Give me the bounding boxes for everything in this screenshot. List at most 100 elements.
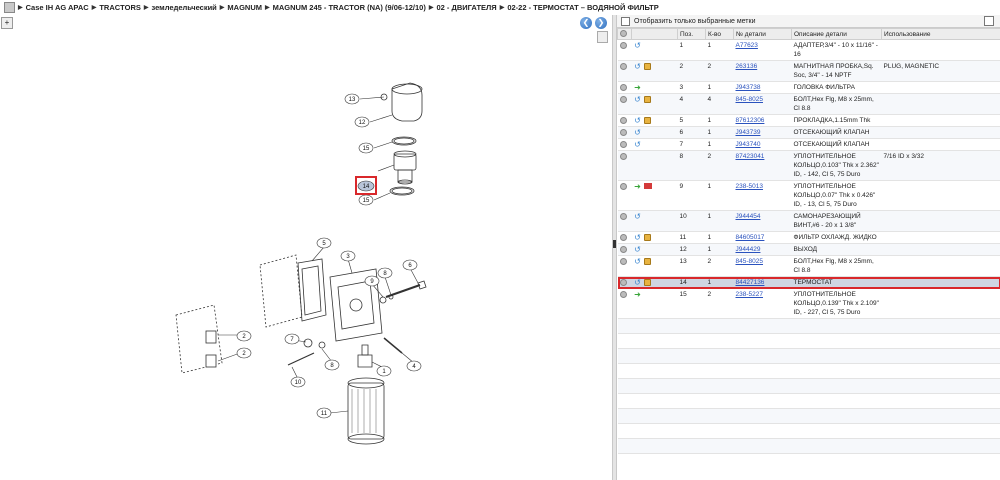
package-icon[interactable] bbox=[643, 233, 651, 241]
green-arrow-icon[interactable]: ➜ bbox=[634, 290, 642, 298]
breadcrumb-item[interactable]: MAGNUM 245 - TRACTOR (NA) (9/06-12/10) bbox=[273, 3, 426, 12]
callout-label[interactable]: 14 bbox=[363, 184, 370, 190]
table-row[interactable]: ➜ 3 1 J943738 ГОЛОВКА ФИЛЬТРА bbox=[617, 81, 1000, 94]
row-part-number-text[interactable]: 845-8025 bbox=[736, 258, 763, 265]
row-select-icon[interactable] bbox=[619, 257, 627, 265]
table-row[interactable]: ↺ 2 2 263136 МАГНИТНАЯ ПРОБКА,Sq. Soc, 3/4" … bbox=[617, 60, 1000, 82]
row-select-icon[interactable] bbox=[619, 95, 627, 103]
row-part-number[interactable]: 238-5013 bbox=[733, 180, 792, 211]
row-part-number-text[interactable]: 87612306 bbox=[736, 117, 765, 124]
row-part-number-text[interactable]: 263136 bbox=[736, 63, 758, 70]
row-select-cell[interactable] bbox=[617, 276, 632, 289]
row-select-icon[interactable] bbox=[619, 182, 627, 190]
replace-arrow-icon[interactable]: ↺ bbox=[634, 245, 642, 253]
table-row[interactable]: ↺ 7 1 J943740 ОТСЕКАЮЩИЙ КЛАПАН bbox=[617, 138, 1000, 151]
row-part-number[interactable]: J943740 bbox=[733, 138, 792, 151]
breadcrumb-item[interactable]: MAGNUM bbox=[227, 3, 262, 12]
callout-label[interactable]: 12 bbox=[359, 120, 366, 126]
row-part-number[interactable]: J943738 bbox=[733, 81, 792, 94]
row-select-cell[interactable] bbox=[617, 39, 632, 61]
row-part-number[interactable]: A77623 bbox=[733, 39, 792, 61]
table-row[interactable]: ↺ 14 1 84427136 ТЕРМОСТАТ bbox=[617, 276, 1000, 289]
replace-arrow-icon[interactable]: ↺ bbox=[634, 95, 642, 103]
row-select-cell[interactable] bbox=[617, 243, 632, 256]
breadcrumb-item[interactable]: 02 - ДВИГАТЕЛЯ bbox=[436, 3, 496, 12]
row-part-number[interactable]: J943739 bbox=[733, 126, 792, 139]
row-part-number-text[interactable]: 238-5013 bbox=[736, 183, 763, 190]
row-select-cell[interactable] bbox=[617, 126, 632, 139]
header-qty[interactable]: К-во bbox=[705, 28, 734, 40]
row-part-number[interactable]: 84605017 bbox=[733, 231, 792, 244]
row-select-cell[interactable] bbox=[617, 150, 632, 181]
home-icon[interactable] bbox=[4, 2, 15, 13]
table-row[interactable]: ➜ 15 2 238-5227 УПЛОТНИТЕЛЬНОЕ КОЛЬЦО,0.139"… bbox=[617, 288, 1000, 319]
row-part-number[interactable]: 845-8025 bbox=[733, 255, 792, 277]
note-icon[interactable] bbox=[643, 183, 652, 190]
collapse-grip-icon[interactable] bbox=[613, 240, 616, 248]
row-part-number[interactable]: 84427136 bbox=[733, 276, 792, 289]
row-part-number-text[interactable]: 87423041 bbox=[736, 153, 765, 160]
header-select[interactable] bbox=[617, 28, 632, 40]
row-part-number-text[interactable]: 84605017 bbox=[736, 234, 765, 241]
row-part-number[interactable]: J944429 bbox=[733, 243, 792, 256]
breadcrumb-item[interactable]: TRACTORS bbox=[99, 3, 141, 12]
row-part-number[interactable]: 87612306 bbox=[733, 114, 792, 127]
row-select-cell[interactable] bbox=[617, 60, 632, 82]
show-selected-checkbox[interactable] bbox=[621, 16, 630, 26]
header-desc[interactable]: Описание детали bbox=[791, 28, 882, 40]
row-part-number[interactable]: J944454 bbox=[733, 210, 792, 232]
package-icon[interactable] bbox=[643, 62, 651, 70]
row-part-number-text[interactable]: J943738 bbox=[736, 84, 761, 91]
green-arrow-icon[interactable]: ➜ bbox=[634, 182, 642, 190]
row-select-cell[interactable] bbox=[617, 231, 632, 244]
package-icon[interactable] bbox=[643, 116, 651, 124]
row-part-number[interactable]: 87423041 bbox=[733, 150, 792, 181]
row-part-number-text[interactable]: A77623 bbox=[736, 42, 758, 49]
replace-arrow-icon[interactable]: ↺ bbox=[634, 116, 642, 124]
table-row[interactable]: ↺ 13 2 845-8025 БОЛТ,Hex Flg, M8 x 25mm, Cl … bbox=[617, 255, 1000, 277]
replace-arrow-icon[interactable]: ↺ bbox=[634, 257, 642, 265]
callout-label[interactable]: 13 bbox=[349, 97, 356, 103]
row-select-cell[interactable] bbox=[617, 138, 632, 151]
row-select-cell[interactable] bbox=[617, 210, 632, 232]
table-row[interactable]: ➜ 9 1 238-5013 УПЛОТНИТЕЛЬНОЕ КОЛЬЦО,0.07" T… bbox=[617, 180, 1000, 211]
table-row[interactable]: ↺ 10 1 J944454 САМОНАРЕЗАЮЩИЙ ВИНТ,#6 - 20 x… bbox=[617, 210, 1000, 232]
row-part-number-text[interactable]: J943739 bbox=[736, 129, 761, 136]
row-select-cell[interactable] bbox=[617, 93, 632, 115]
table-row[interactable]: ↺ 4 4 845-8025 БОЛТ,Hex Flg, M8 x 25mm, Cl 8… bbox=[617, 93, 1000, 115]
row-part-number-text[interactable]: J944454 bbox=[736, 213, 761, 220]
package-icon[interactable] bbox=[643, 257, 651, 265]
row-select-icon[interactable] bbox=[619, 290, 627, 298]
row-select-cell[interactable] bbox=[617, 81, 632, 94]
row-part-number[interactable]: 845-8025 bbox=[733, 93, 792, 115]
package-icon[interactable] bbox=[643, 95, 651, 103]
breadcrumb-item[interactable]: Case IH AG APAC bbox=[26, 3, 89, 12]
row-part-number[interactable]: 238-5227 bbox=[733, 288, 792, 319]
row-select-icon[interactable] bbox=[619, 245, 627, 253]
row-select-cell[interactable] bbox=[617, 288, 632, 319]
row-select-icon[interactable] bbox=[619, 116, 627, 124]
row-select-icon[interactable] bbox=[619, 278, 627, 286]
row-part-number-text[interactable]: J944429 bbox=[736, 246, 761, 253]
header-pos[interactable]: Поз. bbox=[677, 28, 706, 40]
replace-arrow-icon[interactable]: ↺ bbox=[634, 140, 642, 148]
maximize-icon[interactable] bbox=[984, 16, 994, 26]
row-part-number-text[interactable]: 84427136 bbox=[736, 279, 765, 286]
row-part-number-text[interactable]: 238-5227 bbox=[736, 291, 763, 298]
green-arrow-icon[interactable]: ➜ bbox=[634, 83, 642, 91]
replace-arrow-icon[interactable]: ↺ bbox=[634, 62, 642, 70]
header-usage[interactable]: Использование bbox=[881, 28, 1000, 40]
select-all-icon[interactable] bbox=[620, 30, 627, 38]
row-select-icon[interactable] bbox=[619, 233, 627, 241]
row-select-icon[interactable] bbox=[619, 41, 627, 49]
row-select-icon[interactable] bbox=[619, 152, 627, 160]
table-row[interactable]: ↺ 1 1 A77623 АДАПТЕР,3/4" - 10 x 11/16" - 16 bbox=[617, 39, 1000, 61]
row-part-number[interactable]: 263136 bbox=[733, 60, 792, 82]
replace-arrow-icon[interactable]: ↺ bbox=[634, 128, 642, 136]
replace-arrow-icon[interactable]: ↺ bbox=[634, 41, 642, 49]
parts-diagram[interactable]: 1312151415536982278141011 bbox=[0, 15, 612, 480]
row-select-icon[interactable] bbox=[619, 83, 627, 91]
row-part-number-text[interactable]: 845-8025 bbox=[736, 96, 763, 103]
callout-label[interactable]: 15 bbox=[363, 146, 370, 152]
table-row[interactable]: ↺ 6 1 J943739 ОТСЕКАЮЩИЙ КЛАПАН bbox=[617, 126, 1000, 139]
